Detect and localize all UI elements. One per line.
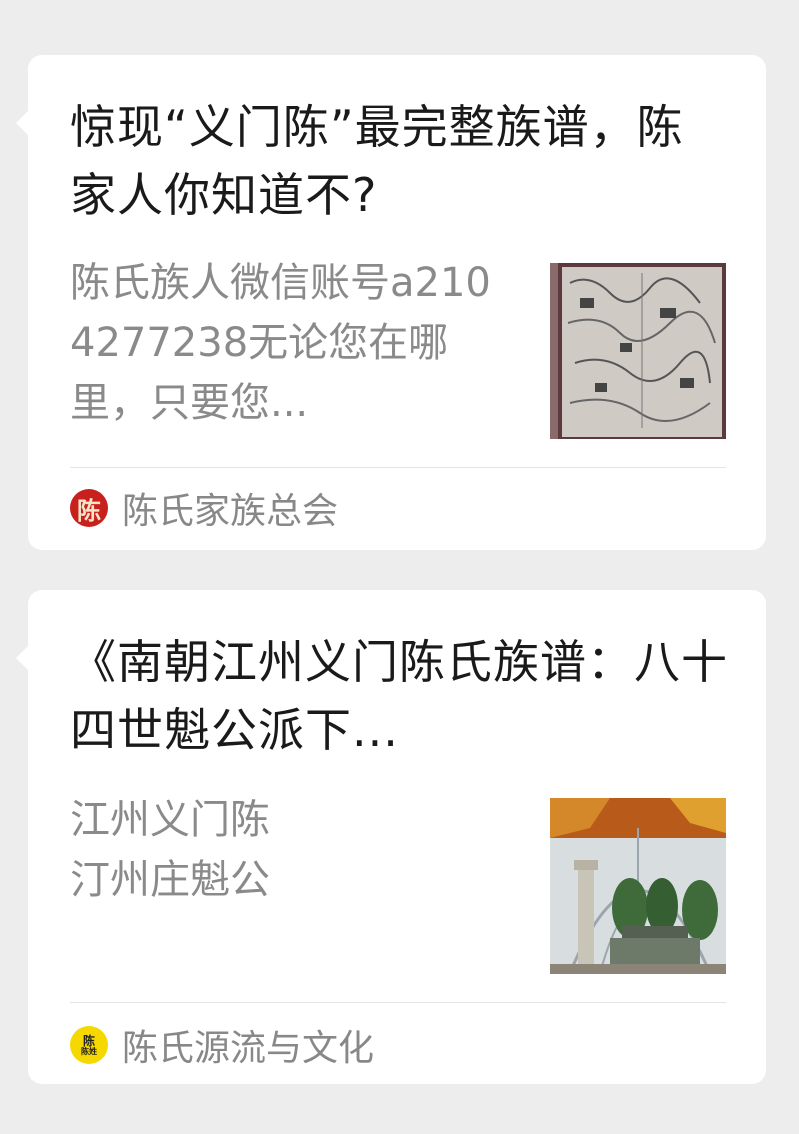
article-thumbnail[interactable] xyxy=(550,263,726,439)
article-thumbnail[interactable] xyxy=(550,798,726,974)
genealogy-map-image xyxy=(550,263,726,439)
divider xyxy=(70,467,726,468)
article-source[interactable]: 陈 陈氏家族总会 xyxy=(70,483,338,533)
source-avatar: 陈 xyxy=(70,489,108,527)
article-title[interactable]: 《南朝江州义门陈氏族谱：八十四世魁公派下... xyxy=(70,628,730,764)
memorial-monument-image xyxy=(550,798,726,974)
source-name: 陈氏家族总会 xyxy=(122,491,339,532)
avatar-text-top: 陈 xyxy=(82,1033,95,1048)
article-description: 陈氏族人微信账号a2104277238无论您在哪里，只要您... xyxy=(70,260,491,426)
avatar-text-bottom: 陈姓 xyxy=(81,1045,97,1056)
source-name: 陈氏源流与文化 xyxy=(122,1028,375,1069)
article-card-2[interactable]: 《南朝江州义门陈氏族谱：八十四世魁公派下... 江州义门陈 汀州庄魁公 陈 陈姓 xyxy=(16,590,766,1084)
article-card-1[interactable]: 惊现“义门陈”最完整族谱，陈家人你知道不? 陈氏族人微信账号a210427723… xyxy=(16,55,766,550)
article-source[interactable]: 陈 陈姓 陈氏源流与文化 xyxy=(70,1020,374,1070)
description-line: 江州义门陈 xyxy=(70,797,270,843)
divider xyxy=(70,1002,726,1003)
article-title[interactable]: 惊现“义门陈”最完整族谱，陈家人你知道不? xyxy=(70,93,730,229)
description-line: 汀州庄魁公 xyxy=(70,857,270,903)
source-avatar: 陈 陈姓 xyxy=(70,1026,108,1064)
article-description: 江州义门陈 汀州庄魁公 xyxy=(70,790,510,910)
